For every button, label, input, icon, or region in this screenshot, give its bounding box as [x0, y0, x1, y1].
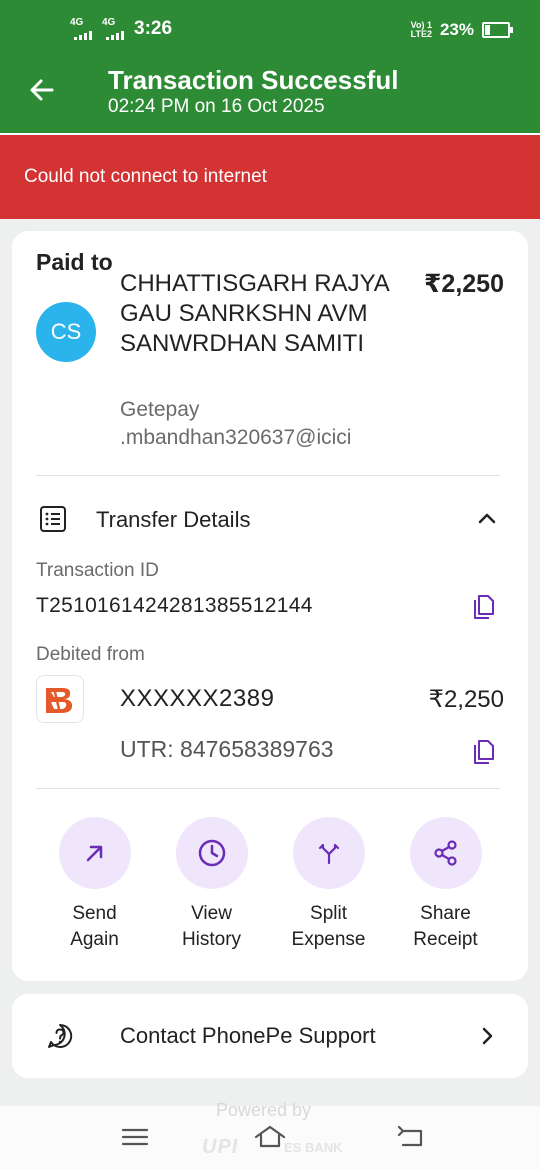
debit-account-number: XXXXXX2389	[120, 685, 275, 712]
action-label-line-1: Send	[72, 903, 117, 924]
share-receipt-button[interactable]: Share Receipt	[387, 817, 504, 953]
status-bar: 4G 4G 3:26 Vo) 1 LTE2 23%	[0, 0, 540, 60]
system-navigation-bar: Powered by UPI ES BANK	[0, 1100, 540, 1170]
share-icon	[433, 840, 457, 866]
battery-icon	[482, 22, 513, 38]
list-details-icon	[40, 506, 66, 532]
transaction-id-value: T2510161424281385512144	[36, 594, 313, 617]
action-row: Send Again View History Split Expense Sh…	[36, 817, 504, 967]
transaction-timestamp: 02:24 PM on 16 Oct 2025	[108, 96, 325, 117]
copy-utr-icon[interactable]	[470, 738, 496, 764]
payee-avatar: CS	[36, 302, 96, 362]
offline-message: Could not connect to internet	[24, 166, 267, 187]
contact-support-label: Contact PhonePe Support	[120, 1023, 376, 1048]
split-icon	[318, 843, 339, 865]
paid-amount: ₹2,250	[424, 270, 504, 298]
back-arrow-icon[interactable]	[26, 74, 58, 106]
offline-banner: Could not connect to internet	[0, 135, 540, 219]
page-title: Transaction Successful	[108, 65, 399, 95]
battery-percent: 23%	[439, 20, 474, 39]
action-label-line-1: View	[191, 903, 232, 924]
payee-upi-id: Getepay .mbandhan320637@icici	[120, 396, 420, 452]
action-label-line-2: Receipt	[413, 929, 478, 950]
debited-amount: ₹2,250	[428, 686, 504, 713]
signal-sim1-icon: 4G	[68, 18, 94, 40]
signal-sim2-icon: 4G	[100, 18, 126, 40]
action-icon-circle	[175, 817, 248, 889]
action-label-line-2: Again	[70, 929, 119, 950]
payee-upi-line-2: .mbandhan320637@icici	[120, 426, 352, 449]
debited-from-label: Debited from	[36, 644, 145, 665]
transaction-id-label: Transaction ID	[36, 560, 159, 581]
payee-upi-line-1: Getepay	[120, 398, 200, 421]
send-again-button[interactable]: Send Again	[36, 817, 153, 953]
action-icon-circle	[58, 817, 131, 889]
sim1-network-type: 4G	[70, 17, 84, 28]
clock: 3:26	[134, 18, 173, 39]
action-label-line-1: Split	[310, 903, 347, 924]
bank-of-baroda-logo	[36, 675, 84, 723]
transfer-details-toggle[interactable]: Transfer Details	[96, 507, 250, 533]
action-label-line-1: Share	[420, 903, 471, 924]
clock-icon	[198, 839, 225, 867]
arrow-up-right-icon	[86, 845, 102, 862]
transaction-card: Paid to CS CHHATTISGARH RAJYA GAU SANRKS…	[12, 231, 528, 981]
back-nav-icon[interactable]	[394, 1122, 428, 1152]
home-icon[interactable]	[253, 1122, 287, 1152]
powered-by-watermark: Powered by	[216, 1100, 312, 1120]
help-question-icon	[48, 1023, 73, 1048]
copy-icon[interactable]	[470, 593, 496, 619]
volte-line-2: LTE2	[410, 29, 432, 39]
chevron-right-icon	[482, 1027, 493, 1045]
action-label-line-2: History	[181, 929, 242, 950]
divider	[36, 475, 500, 476]
sim2-network-type: 4G	[102, 17, 116, 28]
paid-to-label: Paid to	[36, 249, 113, 275]
view-history-button[interactable]: View History	[153, 817, 270, 953]
app-header: Transaction Successful 02:24 PM on 16 Oc…	[0, 60, 540, 135]
split-expense-button[interactable]: Split Expense	[270, 817, 387, 953]
recent-apps-icon[interactable]	[118, 1122, 152, 1152]
divider	[36, 788, 500, 789]
utr-number: UTR: 847658389763	[120, 736, 334, 762]
volte-icon: Vo) 1 LTE2	[411, 21, 432, 39]
bank-watermark: ES BANK	[284, 1140, 343, 1155]
chevron-up-icon[interactable]	[476, 507, 498, 529]
payee-name: CHHATTISGARH RAJYA GAU SANRKSHN AVM SANW…	[120, 270, 389, 357]
action-label-line-2: Expense	[291, 929, 366, 950]
contact-support-button[interactable]: Contact PhonePe Support	[12, 994, 528, 1078]
action-icon-circle	[409, 817, 482, 889]
action-icon-circle	[292, 817, 365, 889]
upi-watermark: UPI	[202, 1136, 239, 1158]
